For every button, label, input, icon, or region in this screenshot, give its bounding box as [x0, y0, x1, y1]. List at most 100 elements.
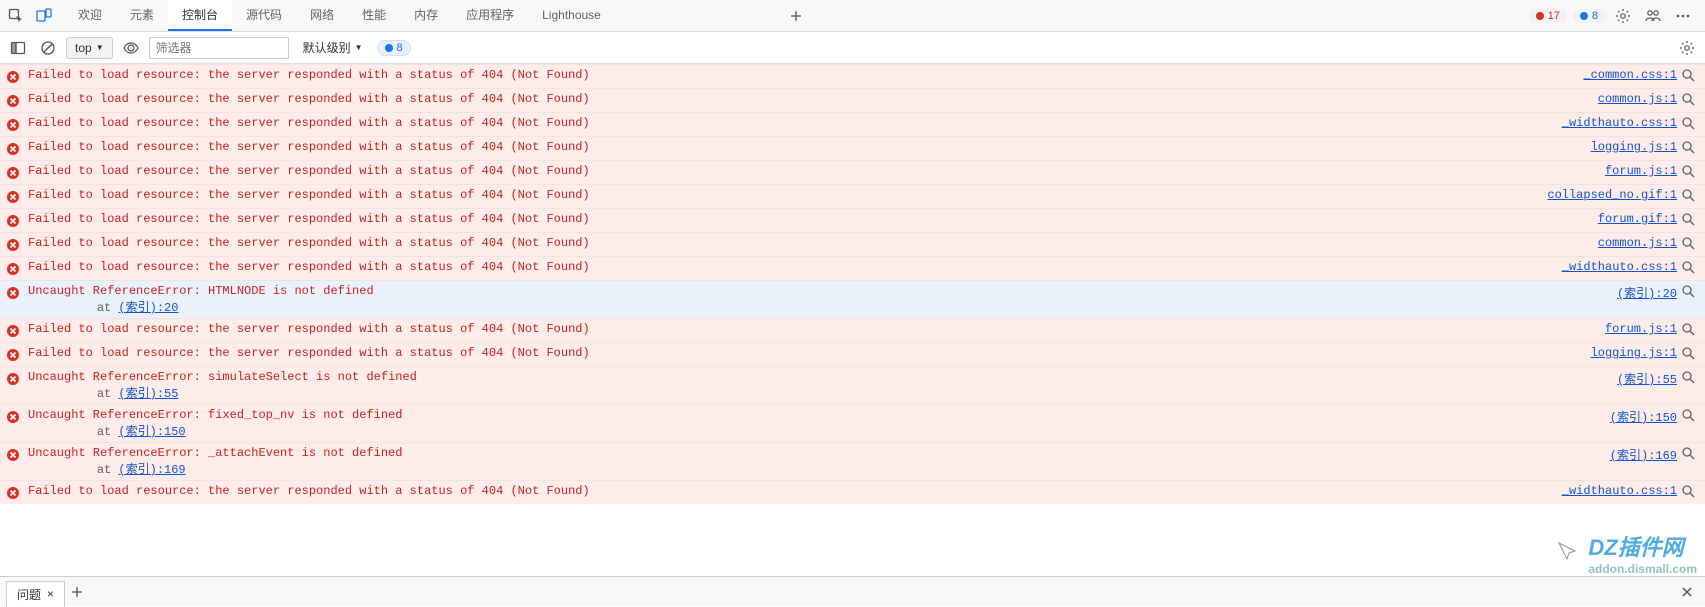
hidden-messages-pill[interactable]: 8	[377, 40, 411, 56]
source-link[interactable]: (索引):150	[1610, 411, 1677, 425]
source-link[interactable]: collapsed_no.gif:1	[1547, 188, 1677, 202]
message-text: Failed to load resource: the server resp…	[20, 164, 1605, 178]
source-cell: (索引):150	[1610, 408, 1681, 425]
message-text: Uncaught ReferenceError: simulateSelect …	[20, 370, 1617, 401]
stack-line: at (索引):55	[57, 387, 179, 401]
tab-2[interactable]: 控制台	[168, 0, 232, 31]
source-link[interactable]: common.js:1	[1598, 236, 1677, 250]
reveal-icon[interactable]	[1681, 164, 1699, 178]
source-cell: (索引):55	[1617, 370, 1681, 387]
log-level-label: 默认级别	[303, 39, 351, 56]
context-selector[interactable]: top ▼	[66, 37, 113, 59]
tab-3[interactable]: 源代码	[232, 0, 296, 31]
tab-6[interactable]: 内存	[400, 0, 452, 31]
console-row: Failed to load resource: the server resp…	[0, 64, 1705, 88]
reveal-icon[interactable]	[1681, 346, 1699, 360]
reveal-icon[interactable]	[1681, 284, 1699, 298]
source-link[interactable]: forum.js:1	[1605, 164, 1677, 178]
console-row: Failed to load resource: the server resp…	[0, 342, 1705, 366]
source-link[interactable]: _common.css:1	[1583, 68, 1677, 82]
reveal-icon[interactable]	[1681, 408, 1699, 422]
stack-link[interactable]: (索引):55	[118, 387, 178, 401]
console-settings-icon[interactable]	[1675, 36, 1699, 60]
console-row: Failed to load resource: the server resp…	[0, 136, 1705, 160]
console-row: Uncaught ReferenceError: _attachEvent is…	[0, 442, 1705, 480]
reveal-icon[interactable]	[1681, 370, 1699, 384]
stack-link[interactable]: (索引):20	[118, 301, 178, 315]
stack-link[interactable]: (索引):169	[118, 463, 185, 477]
error-count: 17	[1548, 10, 1560, 22]
message-text: Failed to load resource: the server resp…	[20, 188, 1547, 202]
tab-4[interactable]: 网络	[296, 0, 348, 31]
clear-console-icon[interactable]	[36, 36, 60, 60]
source-link[interactable]: forum.js:1	[1605, 322, 1677, 336]
source-link[interactable]: (索引):55	[1617, 373, 1677, 387]
console-row: Failed to load resource: the server resp…	[0, 184, 1705, 208]
close-drawer-icon[interactable]	[1675, 580, 1699, 604]
more-icon[interactable]	[1671, 4, 1695, 28]
sidebar-toggle-icon[interactable]	[6, 36, 30, 60]
reveal-icon[interactable]	[1681, 236, 1699, 250]
source-link[interactable]: _widthauto.css:1	[1562, 260, 1677, 274]
reveal-icon[interactable]	[1681, 484, 1699, 498]
source-link[interactable]: (索引):169	[1610, 449, 1677, 463]
log-level-selector[interactable]: 默认级别 ▼	[295, 36, 371, 59]
cursor-icon	[1556, 540, 1582, 566]
source-cell: _widthauto.css:1	[1562, 260, 1681, 274]
drawer-tab-issues[interactable]: 问题 ×	[6, 581, 65, 607]
add-drawer-tab-icon[interactable]	[65, 580, 89, 604]
reveal-icon[interactable]	[1681, 260, 1699, 274]
device-toggle-icon[interactable]	[32, 4, 56, 28]
tab-1[interactable]: 元素	[116, 0, 168, 31]
message-text: Uncaught ReferenceError: fixed_top_nv is…	[20, 408, 1610, 439]
filter-input[interactable]	[149, 37, 289, 59]
source-cell: logging.js:1	[1591, 140, 1681, 154]
settings-icon[interactable]	[1611, 4, 1635, 28]
console-row: Failed to load resource: the server resp…	[0, 256, 1705, 280]
source-cell: (索引):20	[1617, 284, 1681, 301]
reveal-icon[interactable]	[1681, 212, 1699, 226]
drawer-tab-label: 问题	[17, 586, 41, 603]
tab-7[interactable]: 应用程序	[452, 0, 528, 31]
console-row: Failed to load resource: the server resp…	[0, 208, 1705, 232]
source-link[interactable]: common.js:1	[1598, 92, 1677, 106]
message-text: Failed to load resource: the server resp…	[20, 260, 1562, 274]
reveal-icon[interactable]	[1681, 92, 1699, 106]
source-cell: forum.js:1	[1605, 322, 1681, 336]
reveal-icon[interactable]	[1681, 140, 1699, 154]
source-cell: _widthauto.css:1	[1562, 116, 1681, 130]
tab-0[interactable]: 欢迎	[64, 0, 116, 31]
stack-link[interactable]: (索引):150	[118, 425, 185, 439]
account-icon[interactable]	[1641, 4, 1665, 28]
error-count-badge[interactable]: 17	[1529, 9, 1567, 23]
source-cell: (索引):169	[1610, 446, 1681, 463]
devtools-tabbar: 欢迎元素控制台源代码网络性能内存应用程序Lighthouse 17 8	[0, 0, 1705, 32]
reveal-icon[interactable]	[1681, 446, 1699, 460]
tab-5[interactable]: 性能	[348, 0, 400, 31]
source-link[interactable]: logging.js:1	[1591, 140, 1677, 154]
message-text: Failed to load resource: the server resp…	[20, 484, 1562, 498]
source-cell: common.js:1	[1598, 236, 1681, 250]
reveal-icon[interactable]	[1681, 116, 1699, 130]
inspect-icon[interactable]	[4, 4, 28, 28]
reveal-icon[interactable]	[1681, 322, 1699, 336]
source-link[interactable]: _widthauto.css:1	[1562, 116, 1677, 130]
tabbar-left-icons	[4, 4, 64, 28]
live-expression-icon[interactable]	[119, 36, 143, 60]
source-link[interactable]: logging.js:1	[1591, 346, 1677, 360]
source-cell: forum.gif:1	[1598, 212, 1681, 226]
tab-8[interactable]: Lighthouse	[528, 0, 615, 31]
info-count-badge[interactable]: 8	[1573, 9, 1605, 23]
reveal-icon[interactable]	[1681, 68, 1699, 82]
source-link[interactable]: _widthauto.css:1	[1562, 484, 1677, 498]
add-tab-icon[interactable]	[784, 4, 808, 28]
console-row: Failed to load resource: the server resp…	[0, 480, 1705, 504]
watermark: DZ插件网 addon.dismall.com	[1556, 530, 1697, 576]
message-text: Failed to load resource: the server resp…	[20, 140, 1591, 154]
source-link[interactable]: (索引):20	[1617, 287, 1677, 301]
reveal-icon[interactable]	[1681, 188, 1699, 202]
source-link[interactable]: forum.gif:1	[1598, 212, 1677, 226]
close-icon[interactable]: ×	[47, 587, 54, 601]
message-text: Failed to load resource: the server resp…	[20, 92, 1598, 106]
message-text: Failed to load resource: the server resp…	[20, 346, 1591, 360]
